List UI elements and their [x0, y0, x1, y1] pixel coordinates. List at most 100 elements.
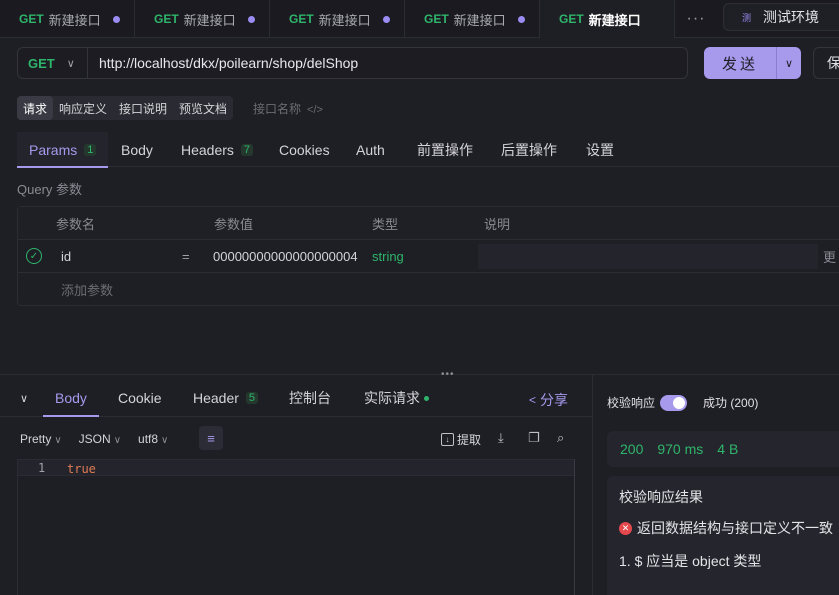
- share-icon: <: [529, 393, 537, 407]
- code-icon: </>: [307, 104, 323, 116]
- subtab-response-definition[interactable]: 响应定义: [53, 96, 113, 120]
- column-header: 参数值: [214, 217, 254, 232]
- tab-body[interactable]: Body: [121, 132, 153, 167]
- request-tab[interactable]: GET 新建接口: [270, 0, 405, 38]
- tab-name: 新建接口: [318, 12, 371, 28]
- response-size: 4 B: [717, 441, 739, 457]
- tab-cookies[interactable]: Cookies: [279, 132, 330, 167]
- tab-response-header[interactable]: Header 5: [193, 380, 259, 416]
- tab-headers[interactable]: Headers 7: [181, 132, 254, 167]
- chevron-down-icon[interactable]: ∨: [777, 57, 801, 70]
- panel-divider[interactable]: [0, 374, 839, 375]
- request-tab[interactable]: GET 新建接口: [0, 0, 135, 38]
- validation-label: 校验响应: [607, 396, 656, 410]
- chevron-down-icon: ∨: [161, 435, 169, 446]
- api-name-placeholder: 接口名称: [253, 102, 302, 116]
- tab-response-cookie[interactable]: Cookie: [118, 380, 162, 416]
- tab-response-header-label: Header: [193, 390, 239, 406]
- subtab-preview-doc[interactable]: 预览文档: [173, 96, 233, 120]
- pretty-select[interactable]: Pretty ∨: [20, 432, 62, 446]
- response-content[interactable]: true: [67, 462, 96, 476]
- subtab-api-description[interactable]: 接口说明: [113, 96, 173, 120]
- add-param-row: 添加参数: [18, 273, 839, 306]
- param-name-cell[interactable]: id: [61, 240, 71, 273]
- method-label: GET: [28, 55, 55, 71]
- tab-name: 新建接口: [48, 12, 101, 28]
- unsaved-dot-icon: [113, 16, 120, 23]
- tab-auth[interactable]: Auth: [356, 132, 385, 167]
- tab-method: GET: [424, 12, 449, 26]
- validation-toggle[interactable]: [660, 394, 688, 411]
- tab-settings[interactable]: 设置: [586, 132, 614, 167]
- environment-badge-icon: 测: [741, 12, 751, 23]
- download-icon[interactable]: ⤓: [498, 430, 504, 446]
- response-tabs: ∨ Body Cookie Header 5 控制台 实际请求: [0, 380, 592, 417]
- unsaved-dot-icon: [248, 16, 255, 23]
- tab-method: GET: [19, 12, 44, 26]
- share-button[interactable]: < 分享: [529, 390, 568, 410]
- share-label: 分享: [540, 392, 569, 408]
- vertical-divider[interactable]: [592, 375, 593, 595]
- column-header: 参数名: [56, 217, 96, 232]
- status-dot-icon: [424, 395, 429, 401]
- tab-name: 新建接口: [453, 12, 506, 28]
- request-tab[interactable]: GET 新建接口: [405, 0, 540, 38]
- save-button[interactable]: 保: [813, 47, 839, 79]
- more-link[interactable]: 更: [823, 240, 836, 273]
- tab-actual-request-label: 实际请求: [364, 390, 420, 406]
- response-stats: 200 970 ms 4 B: [607, 431, 839, 467]
- request-tab-active[interactable]: GET 新建接口: [540, 0, 675, 38]
- resize-handle-icon[interactable]: •••: [441, 369, 455, 380]
- more-tabs-icon[interactable]: ···: [675, 0, 717, 38]
- validation-result-panel: 校验响应结果 ✕ 返回数据结构与接口定义不一致 1. $ 应当是 object …: [607, 476, 839, 595]
- tab-name: 新建接口: [588, 12, 641, 28]
- status-code: 200: [620, 441, 644, 457]
- extract-button[interactable]: ↓ 提取: [441, 431, 481, 448]
- param-value-cell[interactable]: 00000000000000000004: [213, 240, 358, 273]
- response-editor[interactable]: 1 true: [17, 459, 575, 595]
- tab-headers-label: Headers: [181, 141, 234, 158]
- param-type-cell[interactable]: string: [372, 240, 404, 273]
- enabled-check-icon[interactable]: ✓: [26, 248, 42, 264]
- add-param-input[interactable]: 添加参数: [61, 273, 113, 306]
- url-input[interactable]: http://localhost/dkx/poilearn/shop/delSh…: [88, 55, 358, 71]
- chevron-down-icon: ∨: [113, 435, 122, 446]
- word-wrap-icon[interactable]: ≡: [199, 426, 223, 450]
- json-select[interactable]: JSON ∨: [79, 432, 121, 446]
- validation-error-detail: 1. $ 应当是 object 类型: [619, 553, 762, 569]
- chevron-down-icon: ∨: [54, 435, 62, 446]
- tab-actual-request[interactable]: 实际请求: [364, 380, 429, 416]
- encoding-select[interactable]: utf8 ∨: [138, 432, 168, 446]
- param-description-cell[interactable]: [478, 244, 818, 269]
- unsaved-dot-icon: [518, 16, 525, 23]
- request-tab[interactable]: GET 新建接口: [135, 0, 270, 38]
- tab-method: GET: [559, 12, 584, 26]
- subtab-request[interactable]: 请求: [17, 96, 54, 120]
- response-status: 成功 (200): [703, 396, 759, 410]
- api-name-input[interactable]: 接口名称 </>: [253, 100, 323, 117]
- extract-icon: ↓: [441, 433, 454, 446]
- tab-params-label: Params: [29, 141, 78, 158]
- table-header-row: 参数名 参数值 类型 说明: [18, 207, 839, 240]
- line-number: 1: [38, 461, 46, 475]
- response-time: 970 ms: [657, 441, 704, 457]
- send-button[interactable]: 发送 ∨: [704, 47, 801, 79]
- request-tab-bar: GET 新建接口 GET 新建接口 GET 新建接口 GET 新建接口 GET …: [0, 0, 839, 38]
- query-params-label: Query 参数: [17, 182, 83, 197]
- tab-post-operations[interactable]: 后置操作: [501, 132, 557, 167]
- tab-response-body[interactable]: Body: [43, 380, 99, 417]
- copy-icon[interactable]: ❐: [528, 430, 540, 446]
- method-select[interactable]: GET ∨: [18, 48, 88, 78]
- validation-error-text: 返回数据结构与接口定义不一致: [637, 520, 833, 536]
- table-row: ✓ id = 00000000000000000004 string 更: [18, 240, 839, 273]
- column-header: 类型: [372, 217, 399, 232]
- search-icon[interactable]: ⌕: [557, 430, 564, 446]
- environment-selector[interactable]: 测 测试环境: [723, 3, 839, 31]
- collapse-chevron-icon[interactable]: ∨: [20, 380, 28, 416]
- editor-line: [18, 460, 574, 476]
- tab-pre-operations[interactable]: 前置操作: [417, 132, 473, 167]
- params-table: 参数名 参数值 类型 说明 ✓ id = 0000000000000000000…: [17, 206, 839, 306]
- tab-params[interactable]: Params 1: [17, 132, 109, 168]
- tab-console[interactable]: 控制台: [289, 380, 331, 416]
- format-toolbar: Pretty ∨ JSON ∨ utf8 ∨: [20, 430, 185, 448]
